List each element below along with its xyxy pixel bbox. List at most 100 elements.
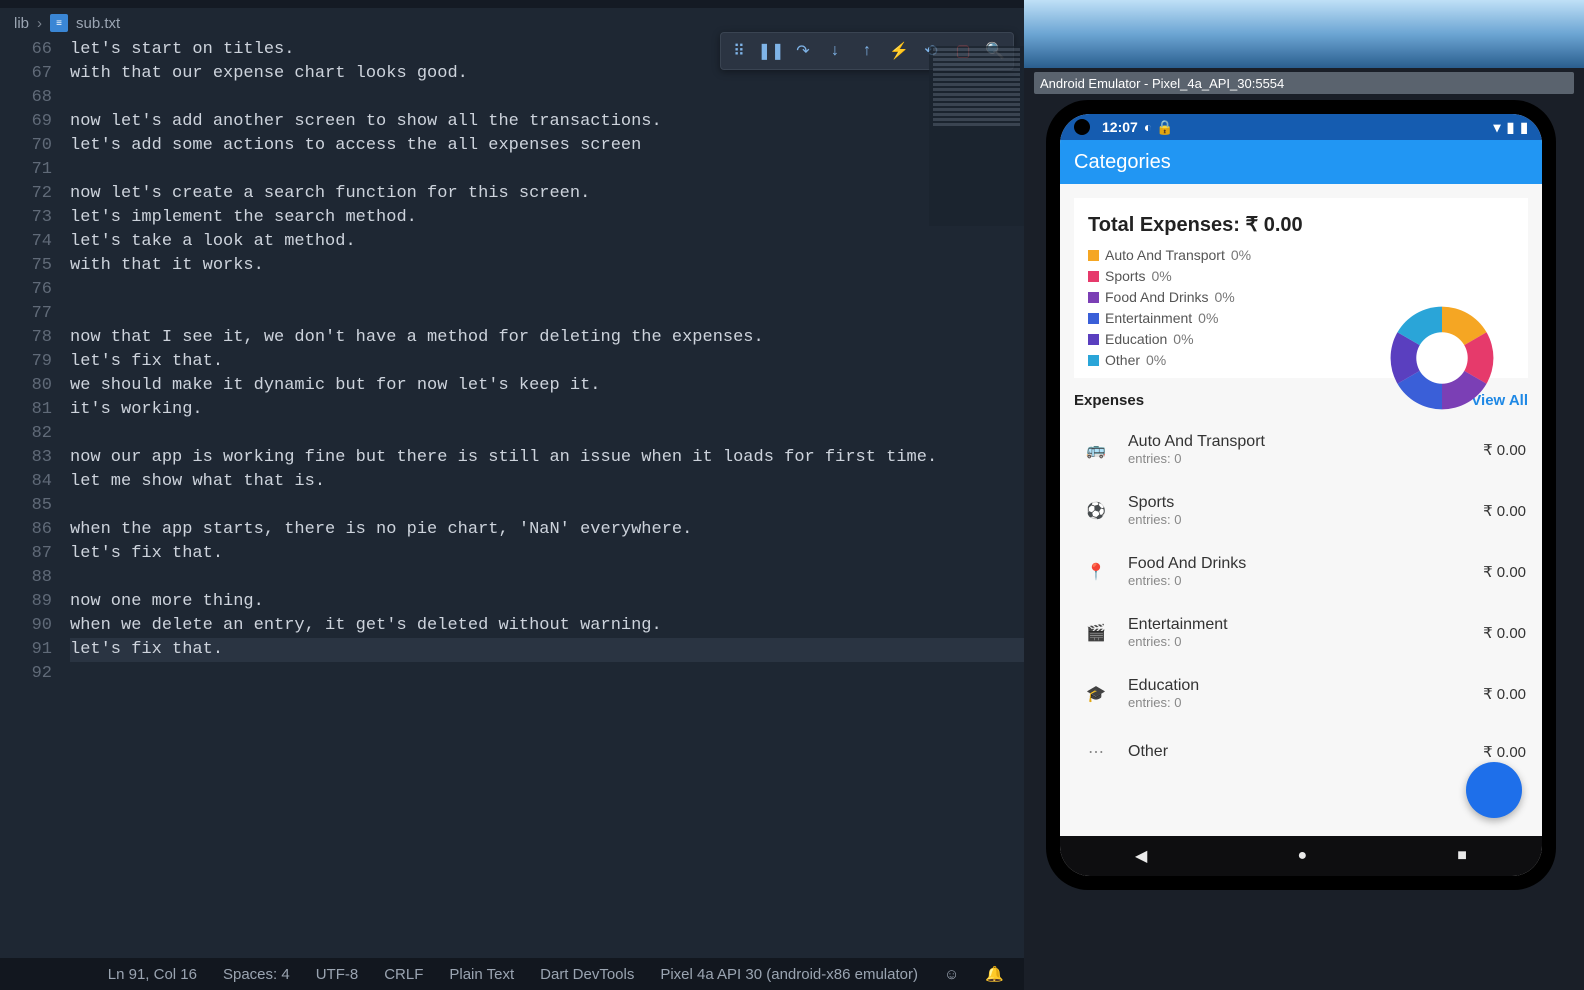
legend-swatch-icon xyxy=(1088,355,1099,366)
code-line[interactable]: let's implement the search method. xyxy=(70,206,1024,230)
phone-frame: 12:07 ◐ 🔒 ▾ ▮ ▮ Categories Total Expense… xyxy=(1046,100,1556,890)
legend-pct: 0% xyxy=(1231,247,1251,263)
expense-item[interactable]: ⚽Sportsentries: 0₹ 0.00 xyxy=(1074,480,1528,541)
line-number: 86 xyxy=(0,518,52,542)
status-encoding[interactable]: UTF-8 xyxy=(316,966,359,983)
legend-swatch-icon xyxy=(1088,334,1099,345)
expense-name: Auto And Transport xyxy=(1128,433,1483,451)
legend-pct: 0% xyxy=(1215,289,1235,305)
nav-back-icon[interactable]: ◀ xyxy=(1135,846,1147,866)
line-number: 82 xyxy=(0,422,52,446)
expense-item[interactable]: 🎬Entertainmententries: 0₹ 0.00 xyxy=(1074,602,1528,663)
code-line[interactable]: let's take a look at method. xyxy=(70,230,1024,254)
code-line[interactable] xyxy=(70,86,1024,110)
expense-entries: entries: 0 xyxy=(1128,512,1483,527)
minimap[interactable] xyxy=(929,46,1024,226)
code-line[interactable]: now let's create a search function for t… xyxy=(70,182,1024,206)
expense-item[interactable]: 📍Food And Drinksentries: 0₹ 0.00 xyxy=(1074,541,1528,602)
status-lang[interactable]: Plain Text xyxy=(449,966,514,983)
ball-icon: ⚽ xyxy=(1082,497,1110,525)
expense-entries: entries: 0 xyxy=(1128,695,1483,710)
bell-icon[interactable]: 🔔 xyxy=(985,965,1004,983)
line-number: 83 xyxy=(0,446,52,470)
code-line[interactable] xyxy=(70,662,1024,686)
legend-name: Entertainment xyxy=(1105,310,1192,326)
code-line[interactable] xyxy=(70,494,1024,518)
legend-name: Food And Drinks xyxy=(1105,289,1209,305)
expense-name: Sports xyxy=(1128,494,1483,512)
android-nav-bar: ◀ ● ■ xyxy=(1060,836,1542,876)
status-devtools[interactable]: Dart DevTools xyxy=(540,966,634,983)
pin-icon: 📍 xyxy=(1082,558,1110,586)
legend-swatch-icon xyxy=(1088,292,1099,303)
app-content[interactable]: Total Expenses: ₹ 0.00 Auto And Transpor… xyxy=(1060,184,1542,836)
expense-name: Other xyxy=(1128,743,1483,761)
movie-icon: 🎬 xyxy=(1082,619,1110,647)
nav-recents-icon[interactable]: ■ xyxy=(1457,847,1467,865)
fab-add-button[interactable] xyxy=(1466,762,1522,818)
code-line[interactable]: let's add some actions to access the all… xyxy=(70,134,1024,158)
code-lines[interactable]: let's start on titles.with that our expe… xyxy=(70,38,1024,958)
code-line[interactable]: now let's add another screen to show all… xyxy=(70,110,1024,134)
code-line[interactable]: let's fix that. xyxy=(70,542,1024,566)
file-icon: ≡ xyxy=(50,14,68,32)
code-line[interactable] xyxy=(70,158,1024,182)
code-line[interactable] xyxy=(70,422,1024,446)
hot-reload-icon[interactable]: ⚡ xyxy=(885,37,913,65)
code-line[interactable]: it's working. xyxy=(70,398,1024,422)
status-clock: 12:07 xyxy=(1102,119,1138,135)
line-number: 87 xyxy=(0,542,52,566)
pause-icon[interactable]: ❚❚ xyxy=(757,37,785,65)
total-expenses-label: Total Expenses: ₹ 0.00 xyxy=(1088,212,1514,237)
expense-item[interactable]: ⋯Other₹ 0.00 xyxy=(1074,724,1528,780)
tab-strip xyxy=(0,0,1024,8)
legend-pct: 0% xyxy=(1173,331,1193,347)
line-number: 91 xyxy=(0,638,52,662)
expense-item[interactable]: 🎓Educationentries: 0₹ 0.00 xyxy=(1074,663,1528,724)
code-line[interactable] xyxy=(70,278,1024,302)
code-line[interactable]: with that it works. xyxy=(70,254,1024,278)
feedback-icon[interactable]: ☺ xyxy=(944,966,959,983)
code-line[interactable]: let me show what that is. xyxy=(70,470,1024,494)
emulator-title-bar[interactable]: Android Emulator - Pixel_4a_API_30:5554 xyxy=(1034,72,1574,94)
code-line[interactable]: let's fix that. xyxy=(70,350,1024,374)
code-line[interactable]: now that I see it, we don't have a metho… xyxy=(70,326,1024,350)
code-line[interactable]: when we delete an entry, it get's delete… xyxy=(70,614,1024,638)
status-ln-col[interactable]: Ln 91, Col 16 xyxy=(108,966,197,983)
code-line[interactable] xyxy=(70,566,1024,590)
line-number: 92 xyxy=(0,662,52,686)
phone-screen[interactable]: 12:07 ◐ 🔒 ▾ ▮ ▮ Categories Total Expense… xyxy=(1060,114,1542,876)
code-line[interactable]: when the app starts, there is no pie cha… xyxy=(70,518,1024,542)
code-line[interactable]: now our app is working fine but there is… xyxy=(70,446,1024,470)
code-editor[interactable]: 6667686970717273747576777879808182838485… xyxy=(0,38,1024,958)
expense-name: Education xyxy=(1128,677,1483,695)
line-number: 85 xyxy=(0,494,52,518)
line-number: 79 xyxy=(0,350,52,374)
editor-pane: lib › ≡ sub.txt ⠿ ❚❚ ↷ ↓ ↑ ⚡ ⟲ ▢ 🔍 66676… xyxy=(0,0,1024,990)
expense-item[interactable]: 🚌Auto And Transportentries: 0₹ 0.00 xyxy=(1074,419,1528,480)
line-number: 80 xyxy=(0,374,52,398)
line-number: 81 xyxy=(0,398,52,422)
emulator-pane: Android Emulator - Pixel_4a_API_30:5554 … xyxy=(1024,0,1584,990)
expense-info: Food And Drinksentries: 0 xyxy=(1128,555,1483,588)
step-into-icon[interactable]: ↓ xyxy=(821,37,849,65)
expense-entries: entries: 0 xyxy=(1128,634,1483,649)
breadcrumb-folder[interactable]: lib xyxy=(14,15,29,32)
breadcrumb-file[interactable]: sub.txt xyxy=(76,15,120,32)
line-number: 90 xyxy=(0,614,52,638)
code-line[interactable] xyxy=(70,302,1024,326)
step-over-icon[interactable]: ↷ xyxy=(789,37,817,65)
donut-chart xyxy=(1382,298,1502,418)
status-spaces[interactable]: Spaces: 4 xyxy=(223,966,290,983)
status-eol[interactable]: CRLF xyxy=(384,966,423,983)
code-line[interactable]: let's fix that. xyxy=(70,638,1024,662)
expense-list[interactable]: 🚌Auto And Transportentries: 0₹ 0.00 ⚽ Spor… xyxy=(1074,419,1528,780)
code-line[interactable]: now one more thing. xyxy=(70,590,1024,614)
line-number: 66 xyxy=(0,38,52,62)
step-out-icon[interactable]: ↑ xyxy=(853,37,881,65)
legend-name: Sports xyxy=(1105,268,1145,284)
status-device[interactable]: Pixel 4a API 30 (android-x86 emulator) xyxy=(660,966,918,983)
drag-handle-icon[interactable]: ⠿ xyxy=(725,37,753,65)
nav-home-icon[interactable]: ● xyxy=(1297,847,1307,865)
code-line[interactable]: we should make it dynamic but for now le… xyxy=(70,374,1024,398)
